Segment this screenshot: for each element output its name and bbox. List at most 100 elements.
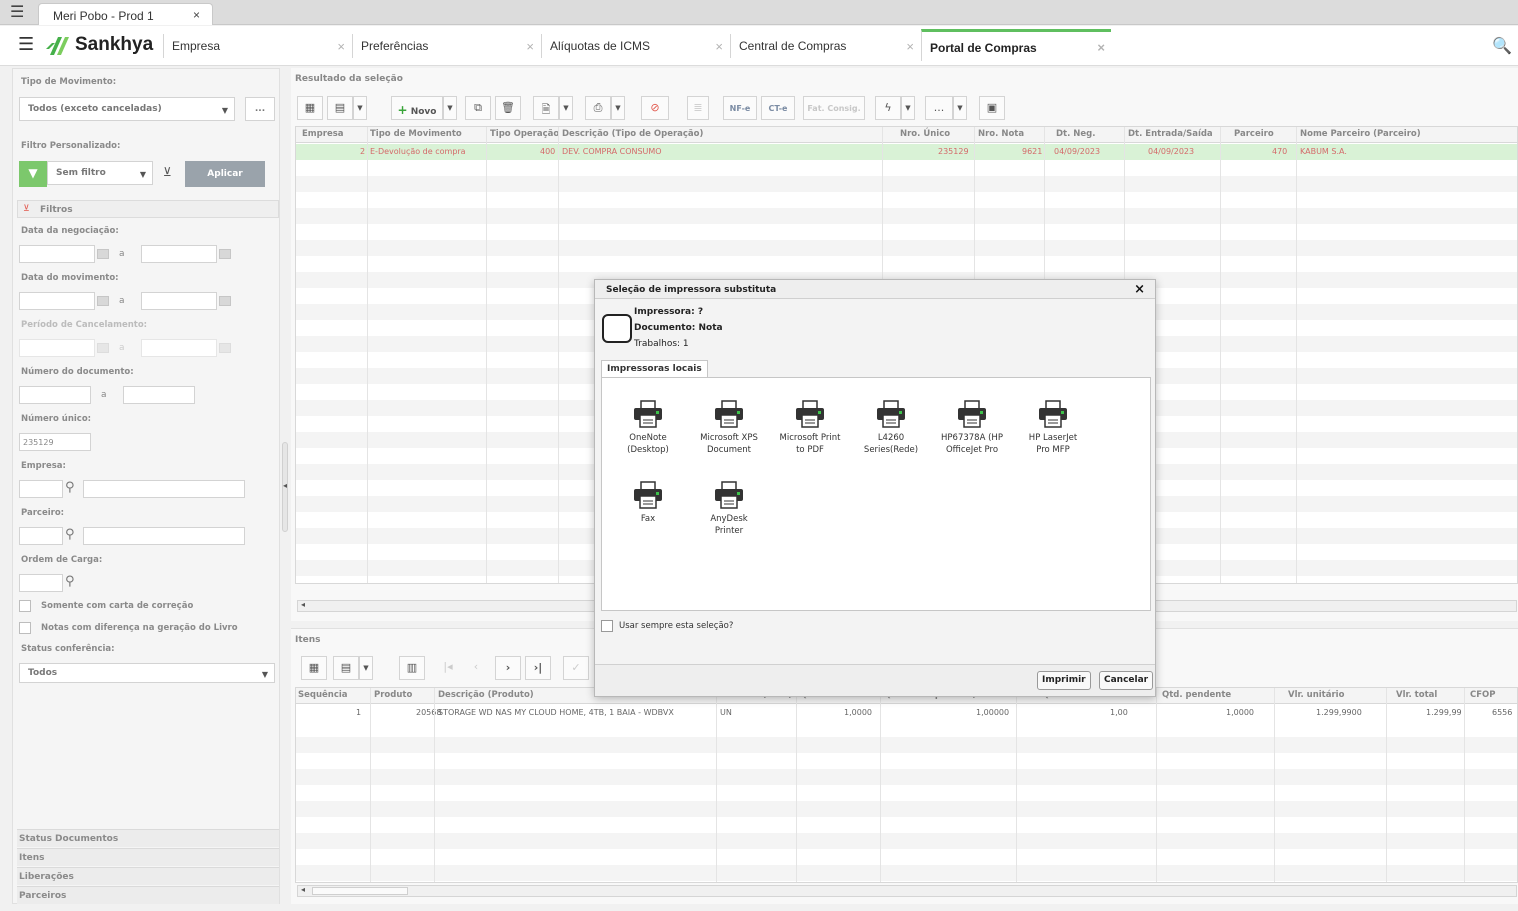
nfe-button[interactable]: NF-e — [723, 96, 757, 120]
scroll-thumb[interactable] — [312, 887, 408, 895]
chevron-down-icon[interactable]: ▼ — [611, 96, 625, 120]
col-cfop[interactable]: CFOP — [1470, 690, 1496, 700]
notas-diferenca-checkbox[interactable] — [19, 622, 31, 634]
browser-tab[interactable]: Meri Pobo - Prod 1 × — [38, 3, 213, 25]
calendar-icon[interactable] — [97, 343, 109, 353]
cancelar-button[interactable]: Cancelar — [1099, 671, 1154, 690]
table-row[interactable]: 2 E-Devolução de compra 400 DEV. COMPRA … — [296, 144, 1517, 160]
liberacoes-section[interactable]: Liberações — [17, 867, 279, 885]
col-tipo-operacao[interactable]: Tipo Operação — [490, 129, 559, 139]
tab-central-compras[interactable]: Central de Compras × — [730, 34, 920, 58]
col-nro-unico[interactable]: Nro. Único — [900, 129, 950, 139]
search-icon[interactable]: ⚲ — [65, 480, 75, 495]
list-icon[interactable]: ≣ — [687, 96, 709, 120]
search-icon[interactable]: 🔍 — [1492, 36, 1512, 55]
periodo-cancel-inicio-input[interactable] — [19, 339, 95, 357]
clear-filter-icon[interactable]: ⊻ — [163, 165, 172, 179]
col-qtd-pendente[interactable]: Qtd. pendente — [1162, 690, 1231, 700]
first-record-icon[interactable]: |◂ — [435, 656, 461, 680]
panel-splitter[interactable]: ◂ — [282, 442, 288, 532]
main-menu-icon[interactable]: ☰ — [18, 36, 34, 54]
empresa-name-input[interactable] — [83, 480, 245, 498]
tab-empresa[interactable]: Empresa × — [163, 34, 351, 58]
tab-close-icon[interactable]: × — [1097, 40, 1105, 55]
numero-documento-inicio-input[interactable] — [19, 386, 91, 404]
scroll-left-icon[interactable]: ◂ — [301, 600, 305, 609]
status-documentos-section[interactable]: Status Documentos — [17, 829, 279, 847]
col-vlr-unitario[interactable]: Vlr. unitário — [1288, 690, 1344, 700]
table-row[interactable]: 1 20568 STORAGE WD NAS MY CLOUD HOME, 4T… — [296, 705, 1517, 721]
col-vlr-total[interactable]: Vlr. total — [1396, 690, 1437, 700]
items-horizontal-scrollbar[interactable]: ◂ — [297, 885, 1517, 897]
tab-aliquotas-icms[interactable]: Alíquotas de ICMS × — [541, 34, 729, 58]
data-movimento-fim-input[interactable] — [141, 292, 217, 310]
search-icon[interactable]: ⚲ — [65, 574, 75, 589]
export-icon[interactable]: ▤ — [333, 656, 359, 680]
calendar-icon[interactable] — [219, 249, 231, 259]
usar-sempre-checkbox[interactable] — [601, 620, 613, 632]
col-descricao[interactable]: Descrição (Tipo de Operação) — [562, 129, 703, 139]
grid-view-icon[interactable]: ▦ — [297, 96, 323, 120]
parceiros-section[interactable]: Parceiros — [17, 886, 279, 904]
prev-record-icon[interactable]: ‹ — [463, 656, 489, 680]
printer-onenote[interactable]: OneNote (Desktop) — [608, 400, 688, 456]
filtros-section-header[interactable]: ⊻ Filtros — [17, 200, 279, 218]
col-produto[interactable]: Produto — [374, 690, 412, 700]
tab-preferencias[interactable]: Preferências × — [352, 34, 540, 58]
numero-unico-input[interactable]: 235129 — [19, 433, 91, 451]
parceiro-name-input[interactable] — [83, 527, 245, 545]
aplicar-button[interactable]: Aplicar — [185, 161, 265, 187]
chevron-down-icon[interactable]: ▼ — [443, 96, 457, 120]
empresa-code-input[interactable] — [19, 480, 63, 498]
document-icon[interactable]: 🗎 — [533, 96, 559, 120]
col-dt-entrada[interactable]: Dt. Entrada/Saída — [1128, 129, 1213, 139]
calendar-icon[interactable] — [219, 296, 231, 306]
col-nome-parceiro[interactable]: Nome Parceiro (Parceiro) — [1300, 129, 1421, 139]
printer-l4260[interactable]: L4260 Series(Rede) — [851, 400, 931, 456]
browser-tab-close-icon[interactable]: × — [193, 8, 200, 22]
calendar-icon[interactable] — [97, 249, 109, 259]
tab-portal-compras[interactable]: Portal de Compras × — [921, 29, 1111, 61]
data-negociacao-inicio-input[interactable] — [19, 245, 95, 263]
duplicate-icon[interactable]: ⧉ — [465, 96, 491, 120]
chevron-down-icon[interactable]: ▼ — [353, 96, 367, 120]
tab-close-icon[interactable]: × — [337, 39, 345, 54]
tab-close-icon[interactable]: × — [906, 39, 914, 54]
col-dt-neg[interactable]: Dt. Neg. — [1056, 129, 1096, 139]
confirm-icon[interactable]: ✓ — [563, 656, 589, 680]
last-record-icon[interactable]: ›| — [525, 656, 551, 680]
printer-hp-officejet[interactable]: HP67378A (HP OfficeJet Pro — [932, 400, 1012, 456]
col-parceiro[interactable]: Parceiro — [1234, 129, 1274, 139]
tab-close-icon[interactable]: × — [526, 39, 534, 54]
ordem-carga-input[interactable] — [19, 574, 63, 592]
tab-close-icon[interactable]: × — [715, 39, 723, 54]
printer-fax[interactable]: Fax — [608, 481, 688, 525]
scroll-left-icon[interactable]: ◂ — [301, 885, 305, 894]
form-view-icon[interactable]: ▥ — [399, 656, 425, 680]
filter-icon[interactable]: ▼ — [19, 161, 47, 187]
novo-button[interactable]: + Novo — [391, 96, 443, 120]
search-icon[interactable]: ⚲ — [65, 527, 75, 542]
chevron-down-icon[interactable]: ▼ — [901, 96, 915, 120]
tipo-movimento-select[interactable]: Todos (exceto canceladas) ▼ — [19, 97, 235, 121]
data-negociacao-fim-input[interactable] — [141, 245, 217, 263]
close-icon[interactable]: × — [1134, 282, 1145, 297]
col-descricao-produto[interactable]: Descrição (Produto) — [438, 690, 534, 700]
col-nro-nota[interactable]: Nro. Nota — [978, 129, 1024, 139]
delete-icon[interactable]: 🗑 — [495, 96, 521, 120]
print-icon[interactable]: ⎙ — [585, 96, 611, 120]
save-icon[interactable]: ▣ — [979, 96, 1005, 120]
lightning-icon[interactable]: ϟ — [875, 96, 901, 120]
itens-section[interactable]: Itens — [17, 848, 279, 866]
printer-microsoft-pdf[interactable]: Microsoft Print to PDF — [770, 400, 850, 456]
chevron-down-icon[interactable]: ▼ — [559, 96, 573, 120]
chevron-down-icon[interactable]: ▼ — [359, 656, 373, 680]
cancel-note-icon[interactable]: ⊘ — [641, 96, 669, 120]
chevron-down-icon[interactable]: ▼ — [953, 96, 967, 120]
periodo-cancel-fim-input[interactable] — [141, 339, 217, 357]
status-conferencia-select[interactable]: Todos ▼ — [19, 663, 275, 683]
printer-anydesk[interactable]: AnyDesk Printer — [689, 481, 769, 537]
calendar-icon[interactable] — [97, 296, 109, 306]
more-button[interactable]: ... — [925, 96, 953, 120]
imprimir-button[interactable]: Imprimir — [1037, 671, 1091, 690]
